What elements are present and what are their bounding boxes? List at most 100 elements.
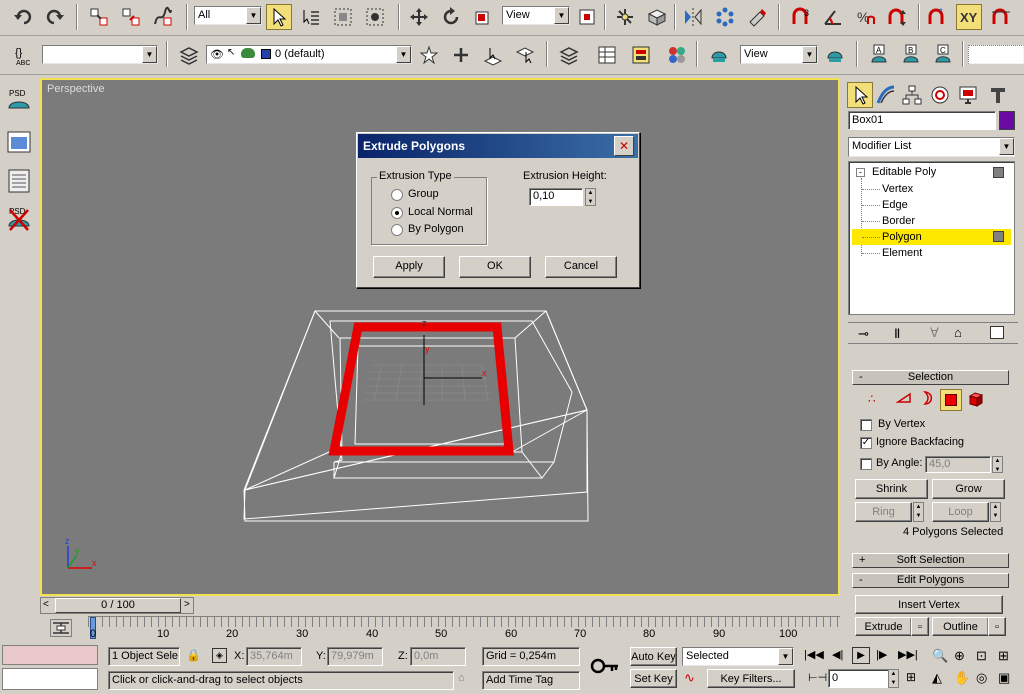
extrusion-height-input[interactable]: 0,10 xyxy=(529,188,583,206)
layer-select[interactable]: 👁 ↖ 0 (default) ▼ xyxy=(206,45,412,64)
extrude-settings-button[interactable]: ▫ xyxy=(911,617,929,636)
hierarchy-tab-icon[interactable] xyxy=(899,82,925,108)
arc-rotate-icon[interactable]: ◎ xyxy=(976,670,987,686)
show-end-result-icon[interactable]: Ⅱ xyxy=(894,326,900,342)
by-vertex-checkbox[interactable] xyxy=(860,419,872,431)
unlink-selection-icon[interactable] xyxy=(118,4,144,30)
eye-icon[interactable]: 👁 xyxy=(210,48,224,61)
dialog-titlebar[interactable]: Extrude Polygons ✕ xyxy=(358,134,638,158)
current-frame-spinner[interactable]: ▲ ▼ xyxy=(888,669,899,688)
selection-rollout-header[interactable]: - Selection xyxy=(852,370,1009,385)
vertex-mode-icon[interactable]: ∴ xyxy=(868,392,876,406)
named-selection-sets-icon[interactable]: * xyxy=(924,4,950,30)
display-tab-icon[interactable] xyxy=(955,82,981,108)
quick-render-icon[interactable] xyxy=(822,42,848,68)
abc-text-icon[interactable]: {} ABC xyxy=(8,42,38,68)
close-button[interactable]: ✕ xyxy=(614,136,634,156)
add-to-layer-icon[interactable] xyxy=(448,42,474,68)
render-window-icon[interactable] xyxy=(4,166,34,196)
keyboard-shortcut-icon[interactable] xyxy=(644,4,670,30)
stack-root-label[interactable]: Editable Poly xyxy=(872,166,936,178)
xy-constraint-icon[interactable]: XY xyxy=(956,4,982,30)
psd-import-icon[interactable]: PSD xyxy=(4,86,34,116)
loop-spinner[interactable]: ▲ ▼ xyxy=(990,502,1001,522)
zoom-extents-icon[interactable]: ⊡ xyxy=(976,648,987,664)
pivot-center-icon[interactable] xyxy=(574,4,600,30)
angle-snap-icon[interactable] xyxy=(820,4,846,30)
select-and-link-icon[interactable] xyxy=(86,4,112,30)
x-coordinate[interactable]: 35,764m xyxy=(246,647,302,666)
perspective-viewport[interactable]: Perspective x y z x z y Extrude Polygons… xyxy=(40,78,840,596)
stack-root-expand[interactable]: - xyxy=(856,168,865,177)
create-layer-icon[interactable] xyxy=(416,42,442,68)
manipulate-icon[interactable] xyxy=(612,4,638,30)
render-scene-icon[interactable] xyxy=(706,42,732,68)
cursor-icon[interactable]: ↖ xyxy=(227,47,235,58)
object-name-input[interactable]: Box01 xyxy=(848,111,996,130)
extrude-button[interactable]: Extrude xyxy=(855,617,912,636)
add-time-tag-button[interactable]: Add Time Tag xyxy=(482,671,580,690)
create-tab-icon[interactable] xyxy=(847,82,873,108)
key-filters-button[interactable]: Key Filters... xyxy=(707,669,795,688)
shrink-button[interactable]: Shrink xyxy=(855,479,928,499)
zoom-icon[interactable]: 🔍 xyxy=(932,648,948,664)
apply-button[interactable]: Apply xyxy=(373,256,445,278)
time-slider[interactable]: < 0 / 100 > xyxy=(40,597,194,614)
extrusion-height-spinner[interactable]: ▲ ▼ xyxy=(585,188,596,206)
render-preset-c-icon[interactable]: C xyxy=(930,42,956,68)
pin-stack-icon[interactable]: ⊸ xyxy=(858,326,869,342)
material-editor-icon[interactable] xyxy=(664,42,690,68)
maxscript-listener-bottom[interactable] xyxy=(2,668,98,690)
ignore-backfacing-checkbox[interactable]: ✓ xyxy=(860,437,872,449)
set-current-layer-icon[interactable] xyxy=(512,42,538,68)
utilities-tab-icon[interactable] xyxy=(985,82,1011,108)
time-slider-thumb[interactable]: 0 / 100 xyxy=(55,598,181,613)
soft-selection-rollout-header[interactable]: + Soft Selection xyxy=(852,553,1009,568)
go-to-start-icon[interactable]: |◀◀ xyxy=(804,648,824,661)
insert-vertex-button[interactable]: Insert Vertex xyxy=(855,595,1003,614)
by-angle-checkbox[interactable] xyxy=(860,458,872,470)
named-selection-set-select[interactable]: ▼ xyxy=(42,45,158,64)
y-coordinate[interactable]: 79,979m xyxy=(327,647,383,666)
rectangular-selection-icon[interactable] xyxy=(330,4,356,30)
zoom-extents-all-icon[interactable]: ⊞ xyxy=(998,648,1009,664)
go-to-end-icon[interactable]: ▶▶| xyxy=(898,648,918,661)
key-tangent-icon[interactable]: ∿ xyxy=(684,670,695,686)
layer-manager-icon[interactable] xyxy=(176,42,202,68)
modify-tab-icon[interactable] xyxy=(873,82,899,108)
window-crossing-icon[interactable] xyxy=(362,4,388,30)
time-tag-icon[interactable]: ⌂ xyxy=(458,672,465,684)
maxscript-listener-top[interactable] xyxy=(2,645,98,665)
stack-item-polygon[interactable]: Polygon xyxy=(852,229,1011,245)
lock-selection-icon[interactable]: 🔒 xyxy=(186,648,201,662)
absolute-mode-icon[interactable]: ◈ xyxy=(212,648,227,663)
curve-editor-open-icon[interactable] xyxy=(594,42,620,68)
next-frame-icon[interactable]: |▶ xyxy=(876,648,887,661)
stack-root-toggle[interactable] xyxy=(993,167,1004,178)
snap-3d-icon[interactable]: 3 xyxy=(788,4,814,30)
pan-icon[interactable]: ✋ xyxy=(954,670,970,686)
radio-group[interactable] xyxy=(391,189,403,201)
object-color-swatch[interactable] xyxy=(999,111,1015,130)
move-icon[interactable] xyxy=(406,4,432,30)
stack-item-border[interactable]: Border xyxy=(852,213,1011,229)
time-configuration-icon[interactable]: ⊞ xyxy=(906,670,916,684)
key-mode-toggle-icon[interactable]: ⊢⊣ xyxy=(808,671,827,684)
trackbar[interactable] xyxy=(88,616,840,640)
stack-item-edge[interactable]: Edge xyxy=(852,197,1011,213)
mirror-icon[interactable] xyxy=(680,4,706,30)
by-angle-spinner[interactable]: ▲ ▼ xyxy=(992,456,1003,473)
outline-settings-button[interactable]: ▫ xyxy=(988,617,1006,636)
rotate-icon[interactable] xyxy=(438,4,464,30)
image-viewer-icon[interactable] xyxy=(4,128,34,158)
polygon-mode-icon[interactable] xyxy=(940,389,962,411)
scale-icon[interactable] xyxy=(470,4,496,30)
auto-key-button[interactable]: Auto Key xyxy=(630,647,677,666)
psd-delete-icon[interactable]: PSD xyxy=(4,204,34,234)
percent-snap-icon[interactable]: % xyxy=(852,4,878,30)
make-unique-icon[interactable]: ∀ xyxy=(930,325,939,341)
select-by-name-icon[interactable] xyxy=(298,4,324,30)
by-angle-input[interactable]: 45,0 xyxy=(925,456,991,473)
configure-sets-icon[interactable] xyxy=(990,326,1004,339)
previous-frame-icon[interactable]: ◀| xyxy=(832,648,843,661)
